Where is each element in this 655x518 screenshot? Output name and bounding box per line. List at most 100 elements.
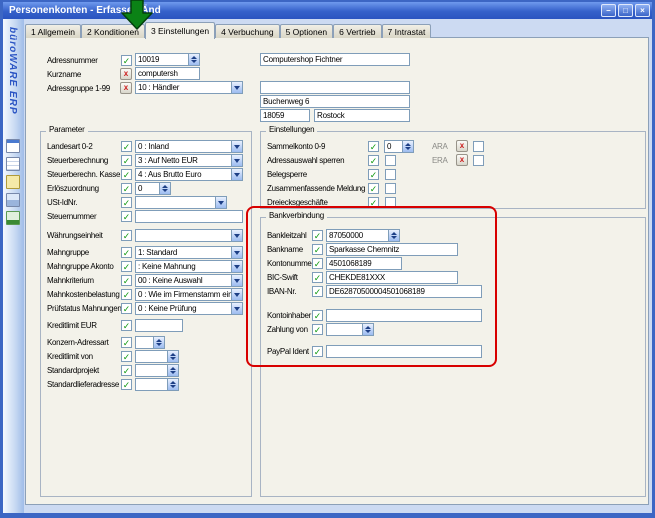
belegsperre-value-checkbox[interactable] [385, 169, 396, 180]
spinner-icon[interactable] [167, 378, 179, 391]
mahnkriterium-checkbox[interactable] [121, 275, 132, 286]
zusammenfassende-meldung-value-checkbox[interactable] [385, 183, 396, 194]
ustidnr-select[interactable] [135, 196, 227, 209]
adressnummer-checkbox[interactable] [121, 55, 132, 66]
ara-clear-button[interactable] [456, 140, 468, 152]
ort-field[interactable]: Rostock [314, 109, 410, 122]
dropdown-arrow-icon[interactable] [231, 260, 243, 273]
bankname-field[interactable]: Sparkasse Chemnitz [326, 243, 458, 256]
chart-icon[interactable] [6, 211, 20, 225]
dropdown-arrow-icon[interactable] [231, 154, 243, 167]
standardprojekt-checkbox[interactable] [121, 365, 132, 376]
kreditlimit-von-checkbox[interactable] [121, 351, 132, 362]
standardlieferadresse-checkbox[interactable] [121, 379, 132, 390]
spinner-icon[interactable] [362, 323, 374, 336]
standardprojekt-field[interactable] [135, 364, 179, 377]
dropdown-arrow-icon[interactable] [231, 229, 243, 242]
spinner-icon[interactable] [167, 350, 179, 363]
konzern-adressart-checkbox[interactable] [121, 337, 132, 348]
bankleitzahl-field[interactable]: 87050000 [326, 229, 400, 242]
bankname-checkbox[interactable] [312, 244, 323, 255]
ustidnr-checkbox[interactable] [121, 197, 132, 208]
bic-swift-checkbox[interactable] [312, 272, 323, 283]
mahngruppe-akonto-checkbox[interactable] [121, 261, 132, 272]
zahlung-von-checkbox[interactable] [312, 324, 323, 335]
dreiecksgeschaefte-value-checkbox[interactable] [385, 197, 396, 208]
adressnummer-field[interactable]: 10019 [135, 53, 200, 66]
dropdown-arrow-icon[interactable] [231, 288, 243, 301]
kurzname-field[interactable]: computersh [135, 67, 200, 80]
name1-field[interactable]: Computershop Fichtner [260, 53, 410, 66]
standardlieferadresse-field[interactable] [135, 378, 179, 391]
mahngruppe-checkbox[interactable] [121, 247, 132, 258]
spinner-icon[interactable] [167, 364, 179, 377]
adressauswahl-sperren-checkbox[interactable] [368, 155, 379, 166]
kreditlimit-eur-field[interactable] [135, 319, 183, 332]
adressgruppe-select[interactable]: 10 : Händler [135, 81, 243, 94]
dropdown-arrow-icon[interactable] [231, 168, 243, 181]
dropdown-arrow-icon[interactable] [231, 246, 243, 259]
spinner-icon[interactable] [388, 229, 400, 242]
paypal-ident-field[interactable] [326, 345, 482, 358]
name2-field[interactable] [260, 81, 410, 94]
tab-vertrieb[interactable]: 6 Vertrieb [333, 24, 381, 38]
tab-optionen[interactable]: 5 Optionen [280, 24, 334, 38]
spinner-icon[interactable] [153, 336, 165, 349]
dreiecksgeschaefte-checkbox[interactable] [368, 197, 379, 208]
sammelkonto-checkbox[interactable] [368, 141, 379, 152]
dropdown-arrow-icon[interactable] [231, 140, 243, 153]
mahngruppe-akonto-select[interactable]: : Keine Mahnung [135, 260, 243, 273]
adressgruppe-clear-button[interactable] [120, 82, 132, 94]
minimize-button[interactable]: – [601, 4, 616, 17]
form-icon[interactable] [6, 139, 20, 153]
kurzname-clear-button[interactable] [120, 68, 132, 80]
erloeszuordnung-checkbox[interactable] [121, 183, 132, 194]
iban-checkbox[interactable] [312, 286, 323, 297]
steuernummer-field[interactable] [135, 210, 243, 223]
steuernummer-checkbox[interactable] [121, 211, 132, 222]
pruefstatus-select[interactable]: 0 : Keine Prüfung [135, 302, 243, 315]
ara-checkbox[interactable] [473, 141, 484, 152]
zusammenfassende-meldung-checkbox[interactable] [368, 183, 379, 194]
plz-field[interactable]: 18059 [260, 109, 310, 122]
kontonummer-checkbox[interactable] [312, 258, 323, 269]
landesart-checkbox[interactable] [121, 141, 132, 152]
kreditlimit-eur-checkbox[interactable] [121, 320, 132, 331]
dropdown-arrow-icon[interactable] [215, 196, 227, 209]
zahlung-von-field[interactable] [326, 323, 374, 336]
kontoinhaber-checkbox[interactable] [312, 310, 323, 321]
steuerberechnung-checkbox[interactable] [121, 155, 132, 166]
sammelkonto-field[interactable]: 0 [384, 140, 414, 153]
era-checkbox[interactable] [473, 155, 484, 166]
era-clear-button[interactable] [456, 154, 468, 166]
steuerberechn-kasse-select[interactable]: 4 : Aus Brutto Euro [135, 168, 243, 181]
pruefstatus-checkbox[interactable] [121, 303, 132, 314]
kontonummer-field[interactable]: 4501068189 [326, 257, 402, 270]
spinner-icon[interactable] [159, 182, 171, 195]
mahngruppe-select[interactable]: 1: Standard [135, 246, 243, 259]
tab-intrastat[interactable]: 7 Intrastat [382, 24, 432, 38]
paypal-ident-checkbox[interactable] [312, 346, 323, 357]
title-bar[interactable]: Personenkonten - Erfassen/Änd [3, 2, 652, 19]
konzern-adressart-field[interactable] [135, 336, 165, 349]
mahnkriterium-select[interactable]: 00 : Keine Auswahl [135, 274, 243, 287]
kontoinhaber-field[interactable] [326, 309, 482, 322]
bankleitzahl-checkbox[interactable] [312, 230, 323, 241]
tab-verbuchung[interactable]: 4 Verbuchung [215, 24, 279, 38]
strasse-field[interactable]: Buchenweg 6 [260, 95, 410, 108]
landesart-select[interactable]: 0 : Inland [135, 140, 243, 153]
spinner-icon[interactable] [188, 53, 200, 66]
note-icon[interactable] [6, 175, 20, 189]
dropdown-arrow-icon[interactable] [231, 302, 243, 315]
adressauswahl-sperren-value-checkbox[interactable] [385, 155, 396, 166]
steuerberechnung-select[interactable]: 3 : Auf Netto EUR [135, 154, 243, 167]
maximize-button[interactable]: □ [618, 4, 633, 17]
belegsperre-checkbox[interactable] [368, 169, 379, 180]
tab-allgemein[interactable]: 1 Allgemein [25, 24, 81, 38]
erloeszuordnung-field[interactable]: 0 [135, 182, 171, 195]
table-icon[interactable] [6, 157, 20, 171]
dropdown-arrow-icon[interactable] [231, 81, 243, 94]
close-button[interactable]: × [635, 4, 650, 17]
iban-field[interactable]: DE62870500004501068189 [326, 285, 482, 298]
steuerberechn-kasse-checkbox[interactable] [121, 169, 132, 180]
